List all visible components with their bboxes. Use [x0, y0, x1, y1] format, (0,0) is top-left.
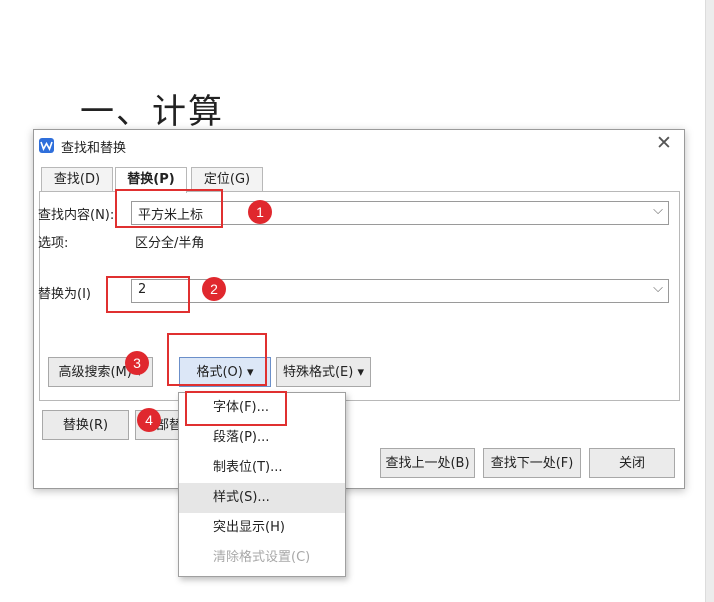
step-badge-4: 4 — [137, 408, 161, 432]
chevron-down-icon[interactable]: ⌵ — [653, 203, 663, 218]
options-label: 选项: — [38, 236, 69, 251]
highlight-box-replace-value — [106, 276, 190, 313]
menu-item-paragraph[interactable]: 段落(P)... — [179, 423, 345, 453]
options-value: 区分全/半角 — [135, 236, 205, 251]
highlight-box-find-value — [115, 189, 223, 228]
document-scrollbar[interactable] — [705, 0, 714, 602]
wps-app-icon — [39, 138, 54, 153]
menu-item-highlight[interactable]: 突出显示(H) — [179, 513, 345, 543]
replace-label: 替换为(I) — [38, 287, 91, 302]
find-previous-button[interactable]: 查找上一处(B) — [380, 448, 475, 478]
step-badge-2: 2 — [202, 277, 226, 301]
highlight-box-format-button — [167, 333, 267, 386]
find-label: 查找内容(N): — [38, 208, 115, 223]
dialog-title: 查找和替换 — [61, 141, 127, 156]
tab-find[interactable]: 查找(D) — [41, 167, 113, 192]
step-badge-3: 3 — [125, 351, 149, 375]
close-button[interactable]: 关闭 — [589, 448, 675, 478]
menu-item-clear-formatting[interactable]: 清除格式设置(C) — [179, 543, 345, 573]
menu-item-tabs[interactable]: 制表位(T)... — [179, 453, 345, 483]
replace-button[interactable]: 替换(R) — [42, 410, 129, 440]
dialog-titlebar[interactable]: 查找和替换 ✕ — [34, 130, 684, 160]
close-icon[interactable]: ✕ — [656, 132, 672, 154]
step-badge-1: 1 — [248, 200, 272, 224]
find-next-button[interactable]: 查找下一处(F) — [483, 448, 581, 478]
menu-item-style[interactable]: 样式(S)... — [179, 483, 345, 513]
document-heading: 一、计算 — [80, 92, 224, 132]
highlight-box-font-item — [185, 391, 287, 426]
chevron-down-icon[interactable]: ⌵ — [653, 281, 663, 296]
special-format-dropdown-button[interactable]: 特殊格式(E) ▾ — [276, 357, 371, 387]
